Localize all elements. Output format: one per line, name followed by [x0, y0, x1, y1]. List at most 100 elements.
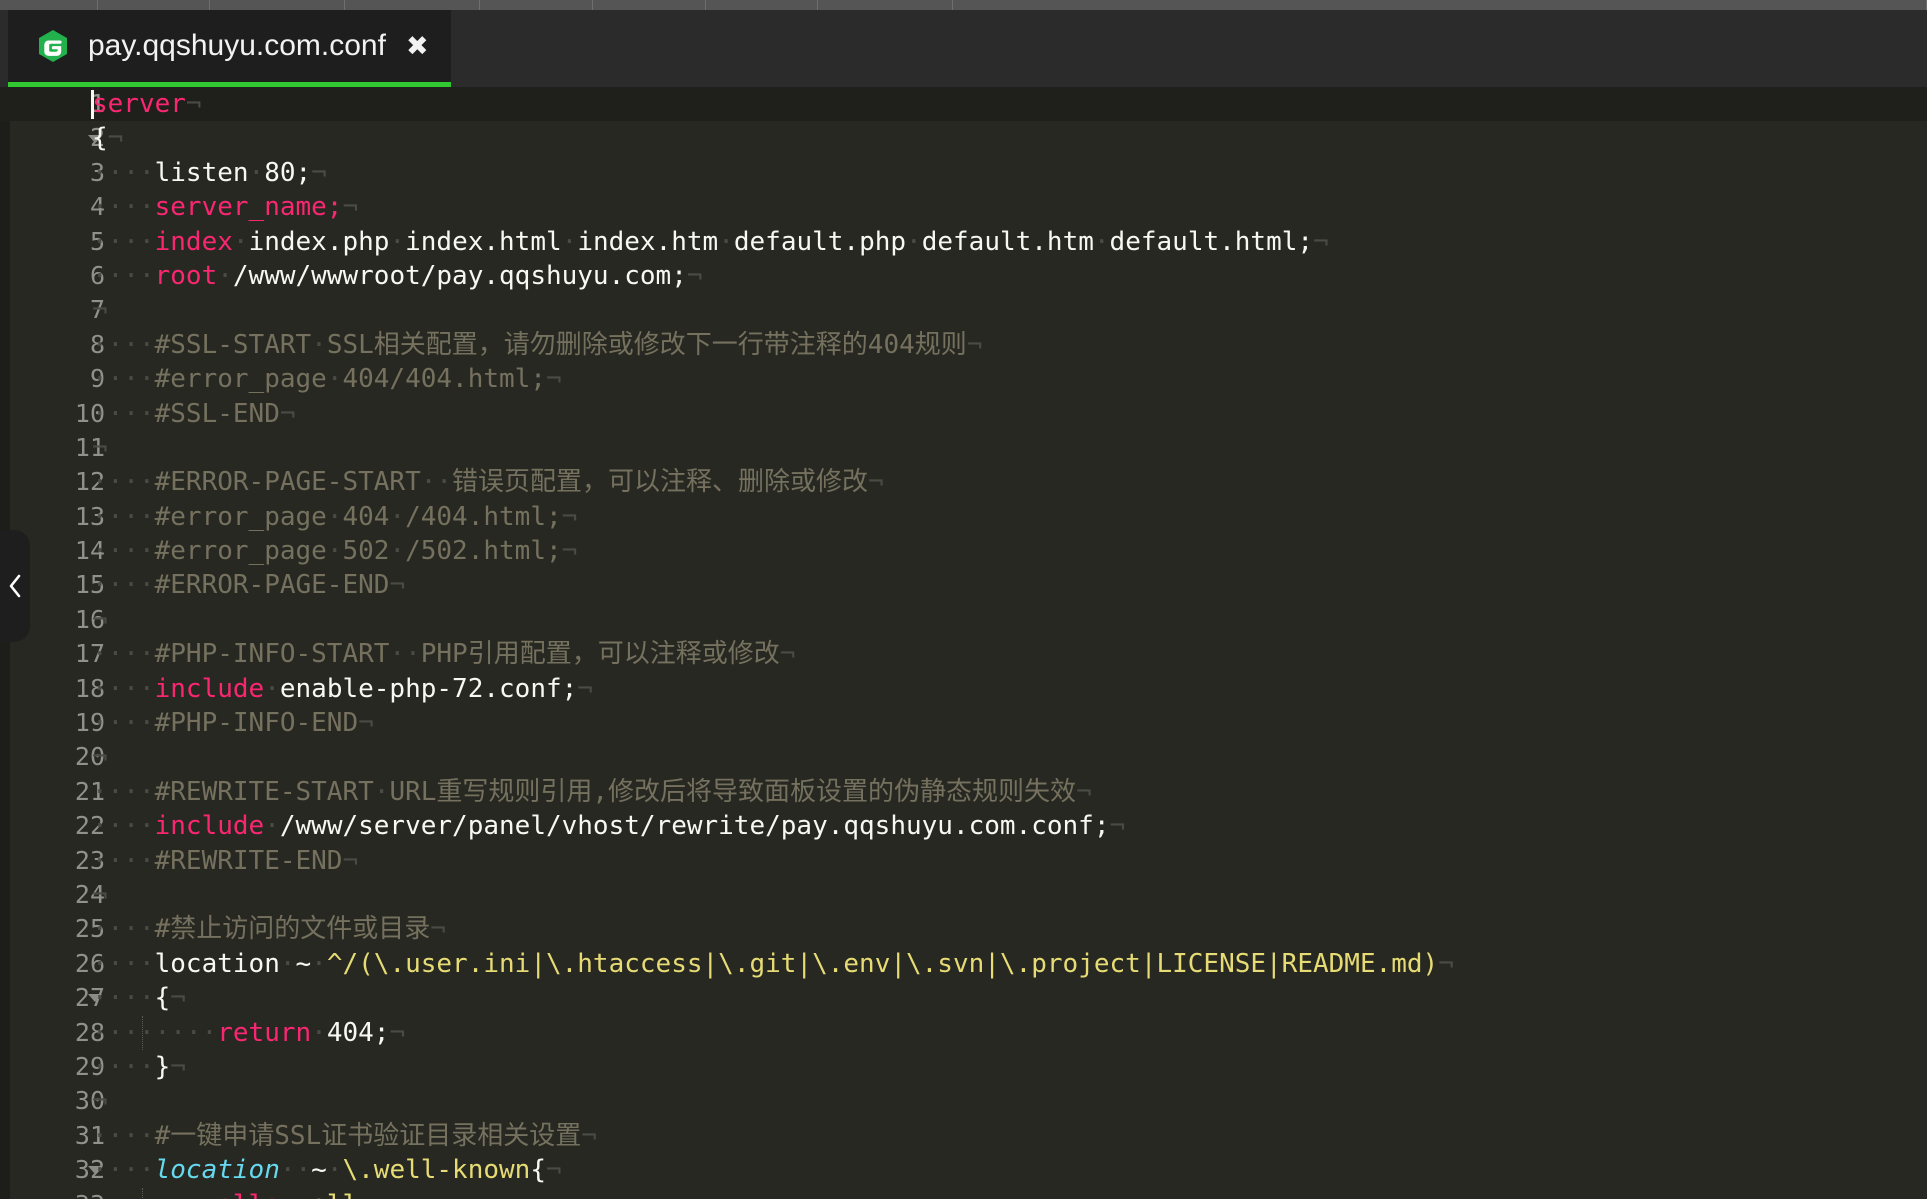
text-caret	[91, 90, 94, 119]
code-text: ····location·~·^/(\.user.ini|\.htaccess|…	[92, 948, 1454, 979]
code-line[interactable]: 1 server¬	[0, 87, 1927, 122]
code-text: ····include·enable-php-72.conf;¬	[92, 673, 593, 704]
browser-tab[interactable]	[345, 0, 481, 10]
code-text: ····#PHP-INFO-END¬	[92, 708, 374, 739]
line-number: 8	[89, 329, 105, 359]
chevron-left-icon	[7, 573, 23, 599]
line-number: 31	[74, 1120, 105, 1150]
code-text: ····#error_page·404·/404.html;¬	[92, 501, 578, 532]
code-line[interactable]: 3 ····listen·80;¬	[0, 156, 1927, 190]
editor-window: pay.qqshuyu.com.conf ✖ 1 server¬ 2 {¬ 3 ····l…	[0, 10, 1927, 1199]
code-line[interactable]: 27 ····{¬	[0, 981, 1927, 1015]
indent-guide	[142, 1187, 144, 1199]
code-text: ········allow·all;¬	[92, 1188, 389, 1199]
line-number: 10	[74, 398, 105, 428]
line-number: 26	[74, 948, 105, 978]
code-text: ····#REWRITE-START·URL重写规则引用,修改后将导致面板设置的…	[92, 776, 1092, 807]
line-number: 7	[89, 295, 105, 325]
line-number: 5	[89, 226, 105, 256]
code-text: ¬	[92, 879, 108, 910]
code-line[interactable]: 29 ····}¬	[0, 1050, 1927, 1084]
code-line[interactable]: 33········allow·all;¬	[0, 1187, 1927, 1199]
browser-tab[interactable]	[953, 0, 1927, 10]
code-text: ····}¬	[92, 1051, 186, 1082]
code-text: ····#禁止访问的文件或目录¬	[92, 914, 446, 945]
code-line[interactable]: 17 ····#PHP-INFO-START··PHP引用配置，可以注释或修改¬	[0, 637, 1927, 671]
sidebar-collapse-toggle[interactable]	[0, 530, 30, 642]
code-line[interactable]: 12 ····#ERROR-PAGE-START··错误页配置，可以注释、删除或修…	[0, 465, 1927, 499]
line-number: 17	[74, 639, 105, 669]
code-line[interactable]: 30 ¬	[0, 1084, 1927, 1118]
code-line[interactable]: 19 ····#PHP-INFO-END¬	[0, 706, 1927, 740]
code-line[interactable]: 10 ····#SSL-END¬	[0, 397, 1927, 431]
browser-tab[interactable]	[480, 0, 593, 10]
code-text: ····index·index.php·index.html·index.htm…	[92, 226, 1329, 257]
code-line[interactable]: 9 ····#error_page·404/404.html;¬	[0, 362, 1927, 396]
code-text: ····listen·80;¬	[92, 157, 327, 188]
browser-tab[interactable]	[593, 0, 706, 10]
editor-tab-active[interactable]: pay.qqshuyu.com.conf ✖	[8, 10, 451, 87]
code-line[interactable]: 7 ¬	[0, 293, 1927, 327]
code-line[interactable]: 15 ····#ERROR-PAGE-END¬	[0, 568, 1927, 602]
code-lines[interactable]: 1 server¬ 2 {¬ 3 ····listen·80;¬ 4 ····server_n…	[0, 87, 1927, 1199]
code-text: ····location··~·\.well-known{¬	[92, 1155, 562, 1186]
code-line[interactable]: 4 ····server_name;¬	[0, 190, 1927, 224]
gitee-logo-icon	[36, 29, 70, 63]
editor-tab-title: pay.qqshuyu.com.conf	[88, 29, 386, 62]
browser-tab-strip[interactable]	[0, 0, 1927, 10]
line-number: 19	[74, 708, 105, 738]
code-editor[interactable]: 1 server¬ 2 {¬ 3 ····listen·80;¬ 4 ····server_n…	[0, 87, 1927, 1199]
line-number: 3	[89, 157, 105, 187]
code-line[interactable]: 8 ····#SSL-START·SSL相关配置，请勿删除或修改下一行带注释的40…	[0, 328, 1927, 362]
browser-tab[interactable]	[706, 0, 819, 10]
code-line[interactable]: 20 ¬	[0, 740, 1927, 774]
code-line[interactable]: 28 ········return·404;¬	[0, 1015, 1927, 1050]
line-number: 22	[74, 811, 105, 841]
code-line[interactable]: 11 ¬	[0, 431, 1927, 465]
browser-tab[interactable]	[210, 0, 346, 10]
line-number: 21	[74, 776, 105, 806]
indent-guide	[142, 1015, 144, 1050]
code-line[interactable]: 2 {¬	[0, 121, 1927, 155]
code-line[interactable]: 21 ····#REWRITE-START·URL重写规则引用,修改后将导致面板设…	[0, 775, 1927, 809]
code-line[interactable]: 13 ····#error_page·404·/404.html;¬	[0, 500, 1927, 534]
code-line[interactable]: 5 ····index·index.php·index.html·index.ht…	[0, 225, 1927, 259]
code-text: ····#ERROR-PAGE-START··错误页配置，可以注释、删除或修改¬	[92, 467, 884, 498]
code-text: ¬	[92, 432, 108, 463]
code-text: ····include·/www/server/panel/vhost/rewr…	[92, 811, 1126, 842]
code-line[interactable]: 24 ¬	[0, 878, 1927, 912]
code-text: ····root·/www/wwwroot/pay.qqshuyu.com;¬	[92, 260, 703, 291]
close-icon[interactable]: ✖	[406, 33, 429, 60]
line-number: 12	[74, 467, 105, 497]
line-number: 6	[89, 260, 105, 290]
code-text: ····#SSL-END¬	[92, 398, 296, 429]
line-number: 30	[74, 1086, 105, 1116]
code-line[interactable]: 32 ····location··~·\.well-known{¬	[0, 1153, 1927, 1187]
code-text: ····#REWRITE-END¬	[92, 845, 359, 876]
code-line[interactable]: 31 ····#一键申请SSL证书验证目录相关设置¬	[0, 1119, 1927, 1153]
line-number: 11	[74, 432, 105, 462]
code-line[interactable]: 6 ····root·/www/wwwroot/pay.qqshuyu.com;¬	[0, 259, 1927, 293]
line-number: 1	[89, 89, 105, 118]
code-text: {¬	[92, 123, 124, 154]
browser-tab[interactable]	[98, 0, 211, 10]
line-number: 13	[74, 501, 105, 531]
code-line[interactable]: 22 ····include·/www/server/panel/vhost/re…	[0, 809, 1927, 843]
code-line[interactable]: 26 ····location·~·^/(\.user.ini|\.htacces…	[0, 947, 1927, 981]
code-line[interactable]: 14 ····#error_page·502·/502.html;¬	[0, 534, 1927, 568]
browser-tab[interactable]	[818, 0, 954, 10]
line-number: 20	[74, 742, 105, 772]
line-number: 33	[0, 1188, 105, 1199]
code-line[interactable]: 23 ····#REWRITE-END¬	[0, 844, 1927, 878]
code-text: ¬	[92, 295, 108, 326]
browser-tab[interactable]	[0, 0, 98, 10]
code-line[interactable]: 16 ¬	[0, 603, 1927, 637]
code-text: ¬	[92, 604, 108, 635]
line-number: 28	[74, 1017, 105, 1047]
code-text: ····#一键申请SSL证书验证目录相关设置¬	[92, 1120, 597, 1151]
line-number: 24	[74, 879, 105, 909]
code-line[interactable]: 25 ····#禁止访问的文件或目录¬	[0, 912, 1927, 946]
code-line[interactable]: 18 ····include·enable-php-72.conf;¬	[0, 672, 1927, 706]
line-number: 23	[74, 845, 105, 875]
code-text: ····server_name;¬	[92, 192, 359, 223]
